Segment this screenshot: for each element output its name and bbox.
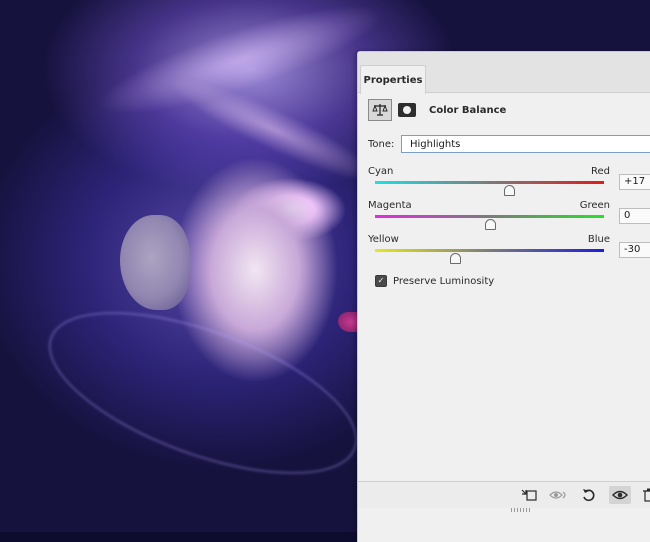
properties-panel: Properties Color Balance Tone: Highlight… (357, 51, 650, 542)
panel-bottom-toolbar (358, 481, 650, 508)
preserve-luminosity-row[interactable]: ✓ Preserve Luminosity (375, 275, 494, 287)
slider-track[interactable] (375, 249, 604, 252)
adjustment-header: Color Balance (368, 98, 506, 122)
slider-left-label: Cyan (368, 166, 394, 177)
light-streak (162, 63, 388, 197)
slider-value-input[interactable]: -30 (619, 242, 650, 258)
slider-track[interactable] (375, 181, 604, 184)
ear (120, 215, 190, 310)
slider-thumb[interactable] (450, 253, 462, 264)
panel-tab-bar: Properties (358, 52, 650, 94)
slider-thumb[interactable] (503, 185, 515, 196)
slider-track[interactable] (375, 215, 604, 218)
slider-value-input[interactable]: 0 (619, 208, 650, 224)
tab-properties[interactable]: Properties (360, 65, 426, 94)
view-previous-state-icon[interactable] (548, 486, 570, 504)
slider-left-label: Yellow (368, 234, 399, 245)
adjustment-title: Color Balance (429, 104, 507, 116)
reset-icon[interactable] (578, 486, 600, 504)
tone-row: Tone: Highlights (368, 135, 650, 153)
clip-to-layer-icon[interactable] (518, 486, 540, 504)
preserve-luminosity-checkbox[interactable]: ✓ (375, 275, 387, 287)
slider-value-input[interactable]: +17 (619, 174, 650, 190)
visibility-eye-icon[interactable] (609, 486, 631, 504)
tone-dropdown[interactable]: Highlights (401, 135, 650, 153)
panel-resize-grip[interactable] (511, 508, 531, 512)
slider-right-label: Green (579, 200, 610, 211)
slider-thumb[interactable] (484, 219, 496, 230)
trash-icon[interactable] (638, 486, 650, 504)
slider-right-label: Red (591, 166, 610, 177)
light-streak (28, 278, 378, 508)
slider-right-label: Blue (587, 234, 610, 245)
yellow-blue-slider: Yellow Blue -30 (368, 234, 650, 274)
slider-left-label: Magenta (368, 200, 412, 211)
tone-label: Tone: (368, 138, 395, 150)
color-balance-icon[interactable] (368, 99, 392, 121)
layer-mask-icon[interactable] (398, 103, 416, 117)
preserve-luminosity-label: Preserve Luminosity (393, 275, 495, 287)
